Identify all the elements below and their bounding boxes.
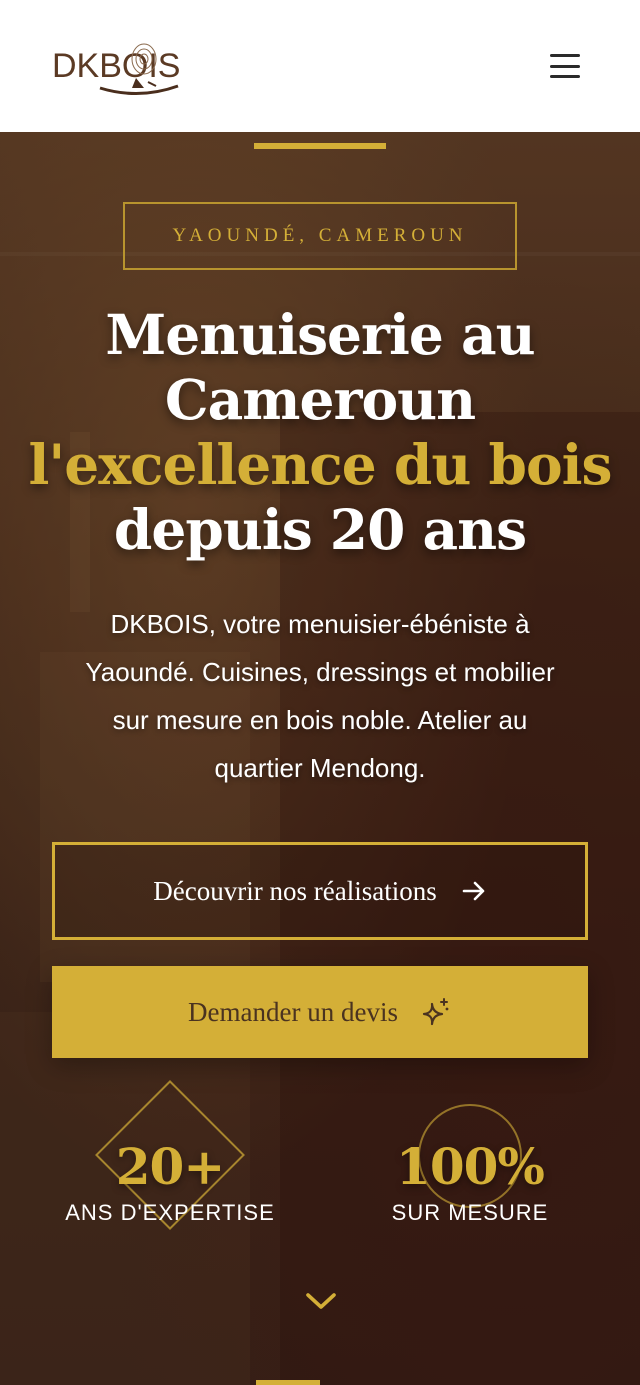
stat-label: SUR MESURE bbox=[391, 1200, 549, 1225]
subtitle-line-3: sur mesure en bois noble. Atelier au bbox=[112, 705, 528, 735]
title-line-4: depuis 20 ans bbox=[113, 497, 527, 562]
title-line-2: Cameroun bbox=[164, 367, 476, 432]
sparkle-icon bbox=[422, 998, 449, 1026]
request-quote-button[interactable]: Demander un devis bbox=[52, 966, 588, 1058]
boat-icon bbox=[99, 78, 179, 96]
site-header: DKBOIS bbox=[0, 0, 640, 132]
decorative-top-bar bbox=[254, 143, 386, 149]
quote-button-label: Demander un devis bbox=[188, 996, 398, 1027]
subtitle-line-1: DKBOIS, votre menuisier-ébéniste à bbox=[110, 609, 530, 639]
decorative-bottom-bar bbox=[256, 1380, 320, 1385]
stat-label: ANS D'EXPERTISE bbox=[65, 1200, 275, 1225]
stat-value: 20+ bbox=[115, 1137, 225, 1196]
logo[interactable]: DKBOIS bbox=[52, 36, 180, 96]
hamburger-menu-icon[interactable] bbox=[550, 54, 580, 78]
hero-section: YAOUNDÉ, CAMEROUN Menuiserie au Cameroun… bbox=[0, 132, 640, 1385]
stat-custom: 100% SUR MESURE bbox=[350, 1137, 590, 1226]
discover-realisations-button[interactable]: Découvrir nos réalisations bbox=[52, 842, 588, 940]
hero-title: Menuiserie au Cameroun l'excellence du b… bbox=[20, 302, 620, 562]
title-highlight: l'excellence du bois bbox=[28, 432, 613, 497]
hero-subtitle: DKBOIS, votre menuisier-ébéniste à Yaoun… bbox=[50, 600, 590, 792]
arrow-right-icon bbox=[462, 881, 485, 901]
stat-experience: 20+ ANS D'EXPERTISE bbox=[50, 1137, 290, 1226]
subtitle-line-2: Yaoundé. Cuisines, dressings et mobilier bbox=[85, 657, 555, 687]
stat-value: 100% bbox=[396, 1137, 545, 1196]
discover-button-label: Découvrir nos réalisations bbox=[153, 875, 437, 906]
location-badge: YAOUNDÉ, CAMEROUN bbox=[123, 202, 517, 270]
title-line-1: Menuiserie au bbox=[105, 302, 535, 367]
subtitle-line-4: quartier Mendong. bbox=[214, 753, 426, 783]
tree-ring-icon bbox=[131, 43, 157, 75]
chevron-down-icon[interactable] bbox=[304, 1290, 338, 1312]
